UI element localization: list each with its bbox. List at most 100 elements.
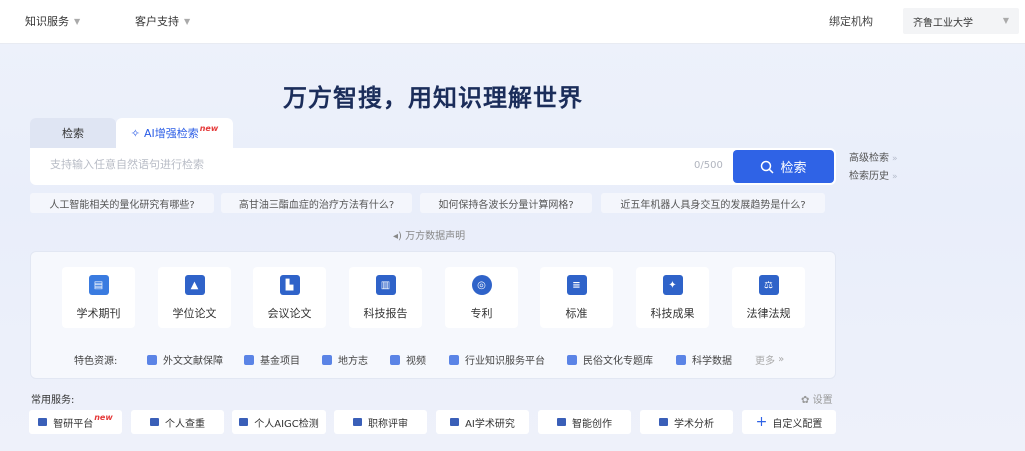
speaker-icon: ◂): [393, 231, 402, 242]
resource-label: 科技报告: [363, 307, 408, 320]
suggestion-text: 高甘油三酯血症的治疗方法有什么?: [238, 199, 395, 211]
char-counter: 0/500: [694, 160, 723, 171]
resource-label: 标准: [565, 307, 588, 320]
service-item[interactable]: AI学术研究: [436, 410, 529, 434]
chevron-down-icon: ▼: [184, 16, 191, 26]
suggestion-chip[interactable]: 如何保持各波长分量计算网格?: [420, 193, 592, 213]
standard-icon: ≡: [566, 275, 587, 295]
tab-ai-search[interactable]: ✧ AI增强检索 new: [116, 118, 233, 148]
featured-item-label: 基金项目: [260, 356, 300, 367]
advanced-search-link[interactable]: 高级检索»: [849, 150, 898, 168]
culture-icon: [567, 354, 577, 365]
service-label: 学术分析: [674, 418, 714, 430]
sparkle-icon: ✧: [130, 126, 140, 140]
service-item[interactable]: 职称评审: [334, 410, 427, 434]
suggestion-chip[interactable]: 高甘油三酯血症的治疗方法有什么?: [221, 193, 412, 213]
service-icon: [150, 418, 159, 426]
featured-item[interactable]: 外文文献保障: [147, 352, 223, 367]
featured-item[interactable]: 民俗文化专题库: [567, 352, 653, 367]
tab-ai-label: AI增强检索: [143, 127, 199, 140]
suggestion-text: 近五年机器人具身交互的发展趋势是什么?: [620, 199, 806, 211]
tab-search-label: 检索: [62, 127, 84, 140]
new-badge: new: [94, 412, 113, 422]
service-label: 职称评审: [368, 418, 408, 430]
more-link[interactable]: 更多 »: [755, 352, 784, 367]
nav-support-label: 客户支持: [135, 15, 179, 28]
org-select-value: 齐鲁工业大学: [913, 18, 973, 29]
plus-icon: +: [755, 414, 768, 430]
video-icon: [390, 354, 400, 365]
advanced-search-label: 高级检索: [849, 153, 889, 164]
search-box: 0/500 检索: [30, 148, 836, 185]
service-label: 个人AIGC检测: [254, 418, 319, 430]
resource-standard[interactable]: ≡ 标准: [540, 267, 613, 328]
page-title: 万方智搜，用知识理解世界: [283, 84, 583, 112]
patent-medal-icon: ◎: [471, 275, 492, 295]
new-badge: new: [199, 123, 219, 133]
settings-label: 设置: [812, 395, 833, 406]
service-item[interactable]: 个人AIGC检测: [232, 410, 326, 434]
more-label: 更多: [755, 356, 775, 367]
service-icon: [557, 418, 566, 426]
service-item[interactable]: 学术分析: [640, 410, 733, 434]
service-item[interactable]: 个人查重: [131, 410, 224, 434]
resource-label: 学位论文: [172, 307, 217, 320]
featured-item[interactable]: 视频: [390, 352, 426, 367]
featured-item[interactable]: 基金项目: [244, 352, 300, 367]
featured-item[interactable]: 科学数据: [676, 352, 732, 367]
suggestion-chip[interactable]: 近五年机器人具身交互的发展趋势是什么?: [601, 193, 825, 213]
resource-thesis[interactable]: ▲ 学位论文: [158, 267, 231, 328]
disclaimer-link[interactable]: ◂) 万方数据声明: [393, 227, 465, 242]
suggestion-text: 人工智能相关的量化研究有哪些?: [49, 199, 195, 211]
resource-achievement[interactable]: ✦ 科技成果: [636, 267, 709, 328]
resource-journal[interactable]: ▤ 学术期刊: [62, 267, 135, 328]
featured-item-label: 科学数据: [692, 356, 732, 367]
resource-panel: ▤ 学术期刊 ▲ 学位论文 ▙ 会议论文 ▥ 科技报告 ◎ 专利 ≡ 标准 ✦ …: [30, 251, 836, 379]
disclaimer-label: 万方数据声明: [405, 231, 466, 242]
settings-link[interactable]: ✿ 设置: [801, 391, 833, 406]
chevron-down-icon: ▼: [1002, 16, 1009, 25]
bind-org-label: 绑定机构: [829, 15, 873, 28]
service-label: AI学术研究: [465, 418, 515, 430]
service-item[interactable]: 智研平台 new: [29, 410, 122, 434]
law-icon: ⚖: [758, 275, 779, 295]
search-icon: [761, 160, 775, 174]
search-button[interactable]: 检索: [733, 150, 834, 183]
custom-config-button[interactable]: + 自定义配置: [742, 410, 836, 434]
resource-label: 科技成果: [650, 307, 695, 320]
resource-label: 法律法规: [746, 307, 791, 320]
nav-knowledge-services[interactable]: 知识服务 ▼: [25, 13, 80, 29]
service-label: 个人查重: [165, 418, 205, 430]
search-history-link[interactable]: 检索历史»: [849, 168, 898, 186]
featured-label: 特色资源:: [74, 356, 118, 367]
featured-item[interactable]: 行业知识服务平台: [449, 352, 545, 367]
service-label: 智研平台: [53, 418, 94, 430]
conference-icon: ▙: [279, 275, 300, 295]
org-select[interactable]: 齐鲁工业大学 ▼: [903, 8, 1019, 34]
resource-label: 学术期刊: [76, 307, 121, 320]
nav-knowledge-label: 知识服务: [25, 15, 69, 28]
custom-config-label: 自定义配置: [772, 418, 823, 430]
service-icon: [38, 418, 48, 426]
top-nav-bar: 知识服务 ▼ 客户支持 ▼ 绑定机构 齐鲁工业大学 ▼: [0, 0, 1025, 44]
double-chevron-right-icon: »: [775, 354, 785, 365]
achievement-icon: ✦: [662, 275, 683, 295]
nav-customer-support[interactable]: 客户支持 ▼: [135, 13, 190, 29]
gear-icon: ✿: [801, 395, 810, 406]
side-links: 高级检索» 检索历史»: [849, 150, 898, 186]
resource-law[interactable]: ⚖ 法律法规: [732, 267, 805, 328]
resource-conference[interactable]: ▙ 会议论文: [253, 267, 326, 328]
resource-report[interactable]: ▥ 科技报告: [349, 267, 422, 328]
journal-icon: ▤: [88, 275, 109, 295]
resource-patent[interactable]: ◎ 专利: [445, 267, 518, 328]
service-item[interactable]: 智能创作: [538, 410, 631, 434]
service-icon: [450, 418, 460, 426]
double-chevron-right-icon: »: [892, 172, 898, 182]
search-input[interactable]: [50, 158, 650, 171]
featured-item[interactable]: 地方志: [322, 352, 368, 367]
resource-label: 会议论文: [267, 307, 312, 320]
search-button-label: 检索: [780, 161, 807, 176]
tab-search[interactable]: 检索: [30, 118, 116, 148]
suggestion-chip[interactable]: 人工智能相关的量化研究有哪些?: [30, 193, 214, 213]
featured-item-label: 外文文献保障: [163, 356, 223, 367]
